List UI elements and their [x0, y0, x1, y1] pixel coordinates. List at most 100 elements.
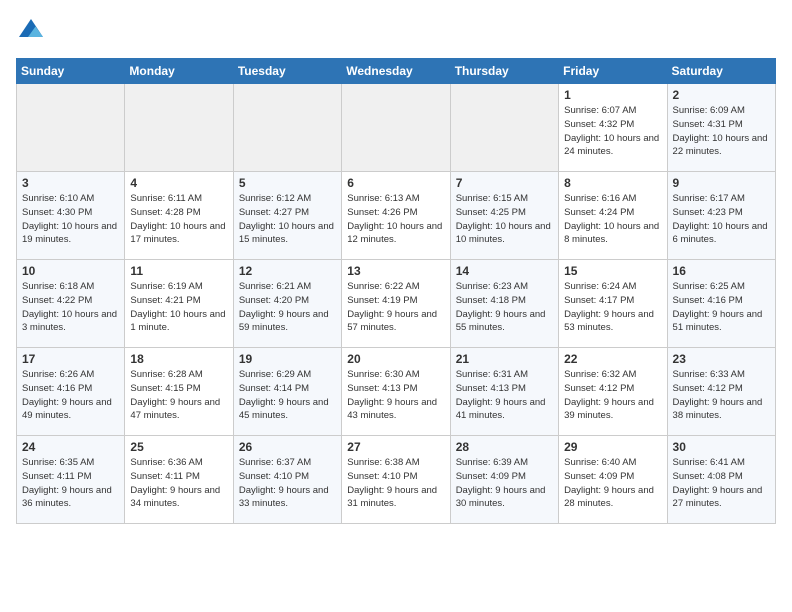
day-info: Sunrise: 6:25 AM Sunset: 4:16 PM Dayligh… [673, 280, 770, 335]
weekday-header-row: SundayMondayTuesdayWednesdayThursdayFrid… [17, 59, 776, 84]
calendar-cell: 17 Sunrise: 6:26 AM Sunset: 4:16 PM Dayli… [17, 348, 125, 436]
calendar-cell: 25 Sunrise: 6:36 AM Sunset: 4:11 PM Dayli… [125, 436, 233, 524]
day-number: 2 [673, 88, 770, 102]
weekday-header-tuesday: Tuesday [233, 59, 341, 84]
day-number: 24 [22, 440, 119, 454]
calendar-cell [342, 84, 450, 172]
day-info: Sunrise: 6:39 AM Sunset: 4:09 PM Dayligh… [456, 456, 553, 511]
day-info: Sunrise: 6:23 AM Sunset: 4:18 PM Dayligh… [456, 280, 553, 335]
weekday-header-wednesday: Wednesday [342, 59, 450, 84]
day-number: 6 [347, 176, 444, 190]
calendar-week-3: 17 Sunrise: 6:26 AM Sunset: 4:16 PM Dayli… [17, 348, 776, 436]
day-number: 26 [239, 440, 336, 454]
calendar-cell: 3Sunrise: 6:10 AM Sunset: 4:30 PM Daylig… [17, 172, 125, 260]
calendar-cell: 12Sunrise: 6:21 AM Sunset: 4:20 PM Dayli… [233, 260, 341, 348]
day-number: 9 [673, 176, 770, 190]
day-info: Sunrise: 6:22 AM Sunset: 4:19 PM Dayligh… [347, 280, 444, 335]
page-header [16, 16, 776, 46]
day-number: 12 [239, 264, 336, 278]
day-info: Sunrise: 6:16 AM Sunset: 4:24 PM Dayligh… [564, 192, 661, 247]
calendar-cell: 29Sunrise: 6:40 AM Sunset: 4:09 PM Dayli… [559, 436, 667, 524]
calendar-cell: 5Sunrise: 6:12 AM Sunset: 4:27 PM Daylig… [233, 172, 341, 260]
day-info: Sunrise: 6:35 AM Sunset: 4:11 PM Dayligh… [22, 456, 119, 511]
calendar-cell: 13 Sunrise: 6:22 AM Sunset: 4:19 PM Dayli… [342, 260, 450, 348]
calendar-cell: 15 Sunrise: 6:24 AM Sunset: 4:17 PM Dayli… [559, 260, 667, 348]
day-number: 21 [456, 352, 553, 366]
day-info: Sunrise: 6:30 AM Sunset: 4:13 PM Dayligh… [347, 368, 444, 423]
day-number: 17 [22, 352, 119, 366]
calendar-cell: 9 Sunrise: 6:17 AM Sunset: 4:23 PM Daylig… [667, 172, 775, 260]
calendar-week-2: 10 Sunrise: 6:18 AM Sunset: 4:22 PM Dayli… [17, 260, 776, 348]
day-info: Sunrise: 6:15 AM Sunset: 4:25 PM Dayligh… [456, 192, 553, 247]
calendar-cell: 18 Sunrise: 6:28 AM Sunset: 4:15 PM Dayli… [125, 348, 233, 436]
calendar-cell [233, 84, 341, 172]
day-number: 25 [130, 440, 227, 454]
calendar-cell: 11 Sunrise: 6:19 AM Sunset: 4:21 PM Dayli… [125, 260, 233, 348]
calendar-cell [125, 84, 233, 172]
day-info: Sunrise: 6:07 AM Sunset: 4:32 PM Dayligh… [564, 104, 661, 159]
day-info: Sunrise: 6:17 AM Sunset: 4:23 PM Dayligh… [673, 192, 770, 247]
day-number: 19 [239, 352, 336, 366]
calendar-cell [17, 84, 125, 172]
day-info: Sunrise: 6:31 AM Sunset: 4:13 PM Dayligh… [456, 368, 553, 423]
calendar-cell: 23Sunrise: 6:33 AM Sunset: 4:12 PM Dayli… [667, 348, 775, 436]
day-number: 28 [456, 440, 553, 454]
day-info: Sunrise: 6:09 AM Sunset: 4:31 PM Dayligh… [673, 104, 770, 159]
day-number: 27 [347, 440, 444, 454]
calendar-cell: 14 Sunrise: 6:23 AM Sunset: 4:18 PM Dayli… [450, 260, 558, 348]
day-number: 13 [347, 264, 444, 278]
day-number: 8 [564, 176, 661, 190]
calendar-cell: 1 Sunrise: 6:07 AM Sunset: 4:32 PM Daylig… [559, 84, 667, 172]
logo-icon [16, 16, 46, 46]
calendar-cell: 22 Sunrise: 6:32 AM Sunset: 4:12 PM Dayli… [559, 348, 667, 436]
calendar-cell [450, 84, 558, 172]
calendar-cell: 20 Sunrise: 6:30 AM Sunset: 4:13 PM Dayli… [342, 348, 450, 436]
calendar-cell: 10 Sunrise: 6:18 AM Sunset: 4:22 PM Dayli… [17, 260, 125, 348]
day-number: 4 [130, 176, 227, 190]
day-number: 15 [564, 264, 661, 278]
calendar-cell: 26 Sunrise: 6:37 AM Sunset: 4:10 PM Dayli… [233, 436, 341, 524]
day-info: Sunrise: 6:36 AM Sunset: 4:11 PM Dayligh… [130, 456, 227, 511]
day-info: Sunrise: 6:10 AM Sunset: 4:30 PM Dayligh… [22, 192, 119, 247]
day-info: Sunrise: 6:37 AM Sunset: 4:10 PM Dayligh… [239, 456, 336, 511]
calendar-week-4: 24 Sunrise: 6:35 AM Sunset: 4:11 PM Dayli… [17, 436, 776, 524]
day-info: Sunrise: 6:11 AM Sunset: 4:28 PM Dayligh… [130, 192, 227, 247]
day-number: 30 [673, 440, 770, 454]
day-info: Sunrise: 6:29 AM Sunset: 4:14 PM Dayligh… [239, 368, 336, 423]
day-number: 10 [22, 264, 119, 278]
calendar-cell: 24 Sunrise: 6:35 AM Sunset: 4:11 PM Dayli… [17, 436, 125, 524]
calendar-cell: 27Sunrise: 6:38 AM Sunset: 4:10 PM Dayli… [342, 436, 450, 524]
day-number: 5 [239, 176, 336, 190]
day-info: Sunrise: 6:28 AM Sunset: 4:15 PM Dayligh… [130, 368, 227, 423]
calendar-cell: 2 Sunrise: 6:09 AM Sunset: 4:31 PM Daylig… [667, 84, 775, 172]
day-info: Sunrise: 6:19 AM Sunset: 4:21 PM Dayligh… [130, 280, 227, 335]
day-info: Sunrise: 6:18 AM Sunset: 4:22 PM Dayligh… [22, 280, 119, 335]
day-number: 22 [564, 352, 661, 366]
calendar-cell: 7Sunrise: 6:15 AM Sunset: 4:25 PM Daylig… [450, 172, 558, 260]
weekday-header-friday: Friday [559, 59, 667, 84]
day-number: 29 [564, 440, 661, 454]
day-number: 20 [347, 352, 444, 366]
day-number: 11 [130, 264, 227, 278]
weekday-header-monday: Monday [125, 59, 233, 84]
day-info: Sunrise: 6:13 AM Sunset: 4:26 PM Dayligh… [347, 192, 444, 247]
day-info: Sunrise: 6:32 AM Sunset: 4:12 PM Dayligh… [564, 368, 661, 423]
day-info: Sunrise: 6:24 AM Sunset: 4:17 PM Dayligh… [564, 280, 661, 335]
calendar-cell: 19 Sunrise: 6:29 AM Sunset: 4:14 PM Dayli… [233, 348, 341, 436]
calendar-cell: 6 Sunrise: 6:13 AM Sunset: 4:26 PM Daylig… [342, 172, 450, 260]
day-number: 14 [456, 264, 553, 278]
day-info: Sunrise: 6:41 AM Sunset: 4:08 PM Dayligh… [673, 456, 770, 511]
weekday-header-thursday: Thursday [450, 59, 558, 84]
calendar-week-1: 3Sunrise: 6:10 AM Sunset: 4:30 PM Daylig… [17, 172, 776, 260]
calendar-cell: 30 Sunrise: 6:41 AM Sunset: 4:08 PM Dayli… [667, 436, 775, 524]
day-number: 18 [130, 352, 227, 366]
calendar-table: SundayMondayTuesdayWednesdayThursdayFrid… [16, 58, 776, 524]
day-number: 1 [564, 88, 661, 102]
day-info: Sunrise: 6:26 AM Sunset: 4:16 PM Dayligh… [22, 368, 119, 423]
logo [16, 16, 50, 46]
calendar-week-0: 1 Sunrise: 6:07 AM Sunset: 4:32 PM Daylig… [17, 84, 776, 172]
weekday-header-sunday: Sunday [17, 59, 125, 84]
calendar-cell: 16Sunrise: 6:25 AM Sunset: 4:16 PM Dayli… [667, 260, 775, 348]
day-info: Sunrise: 6:33 AM Sunset: 4:12 PM Dayligh… [673, 368, 770, 423]
calendar-cell: 21 Sunrise: 6:31 AM Sunset: 4:13 PM Dayli… [450, 348, 558, 436]
